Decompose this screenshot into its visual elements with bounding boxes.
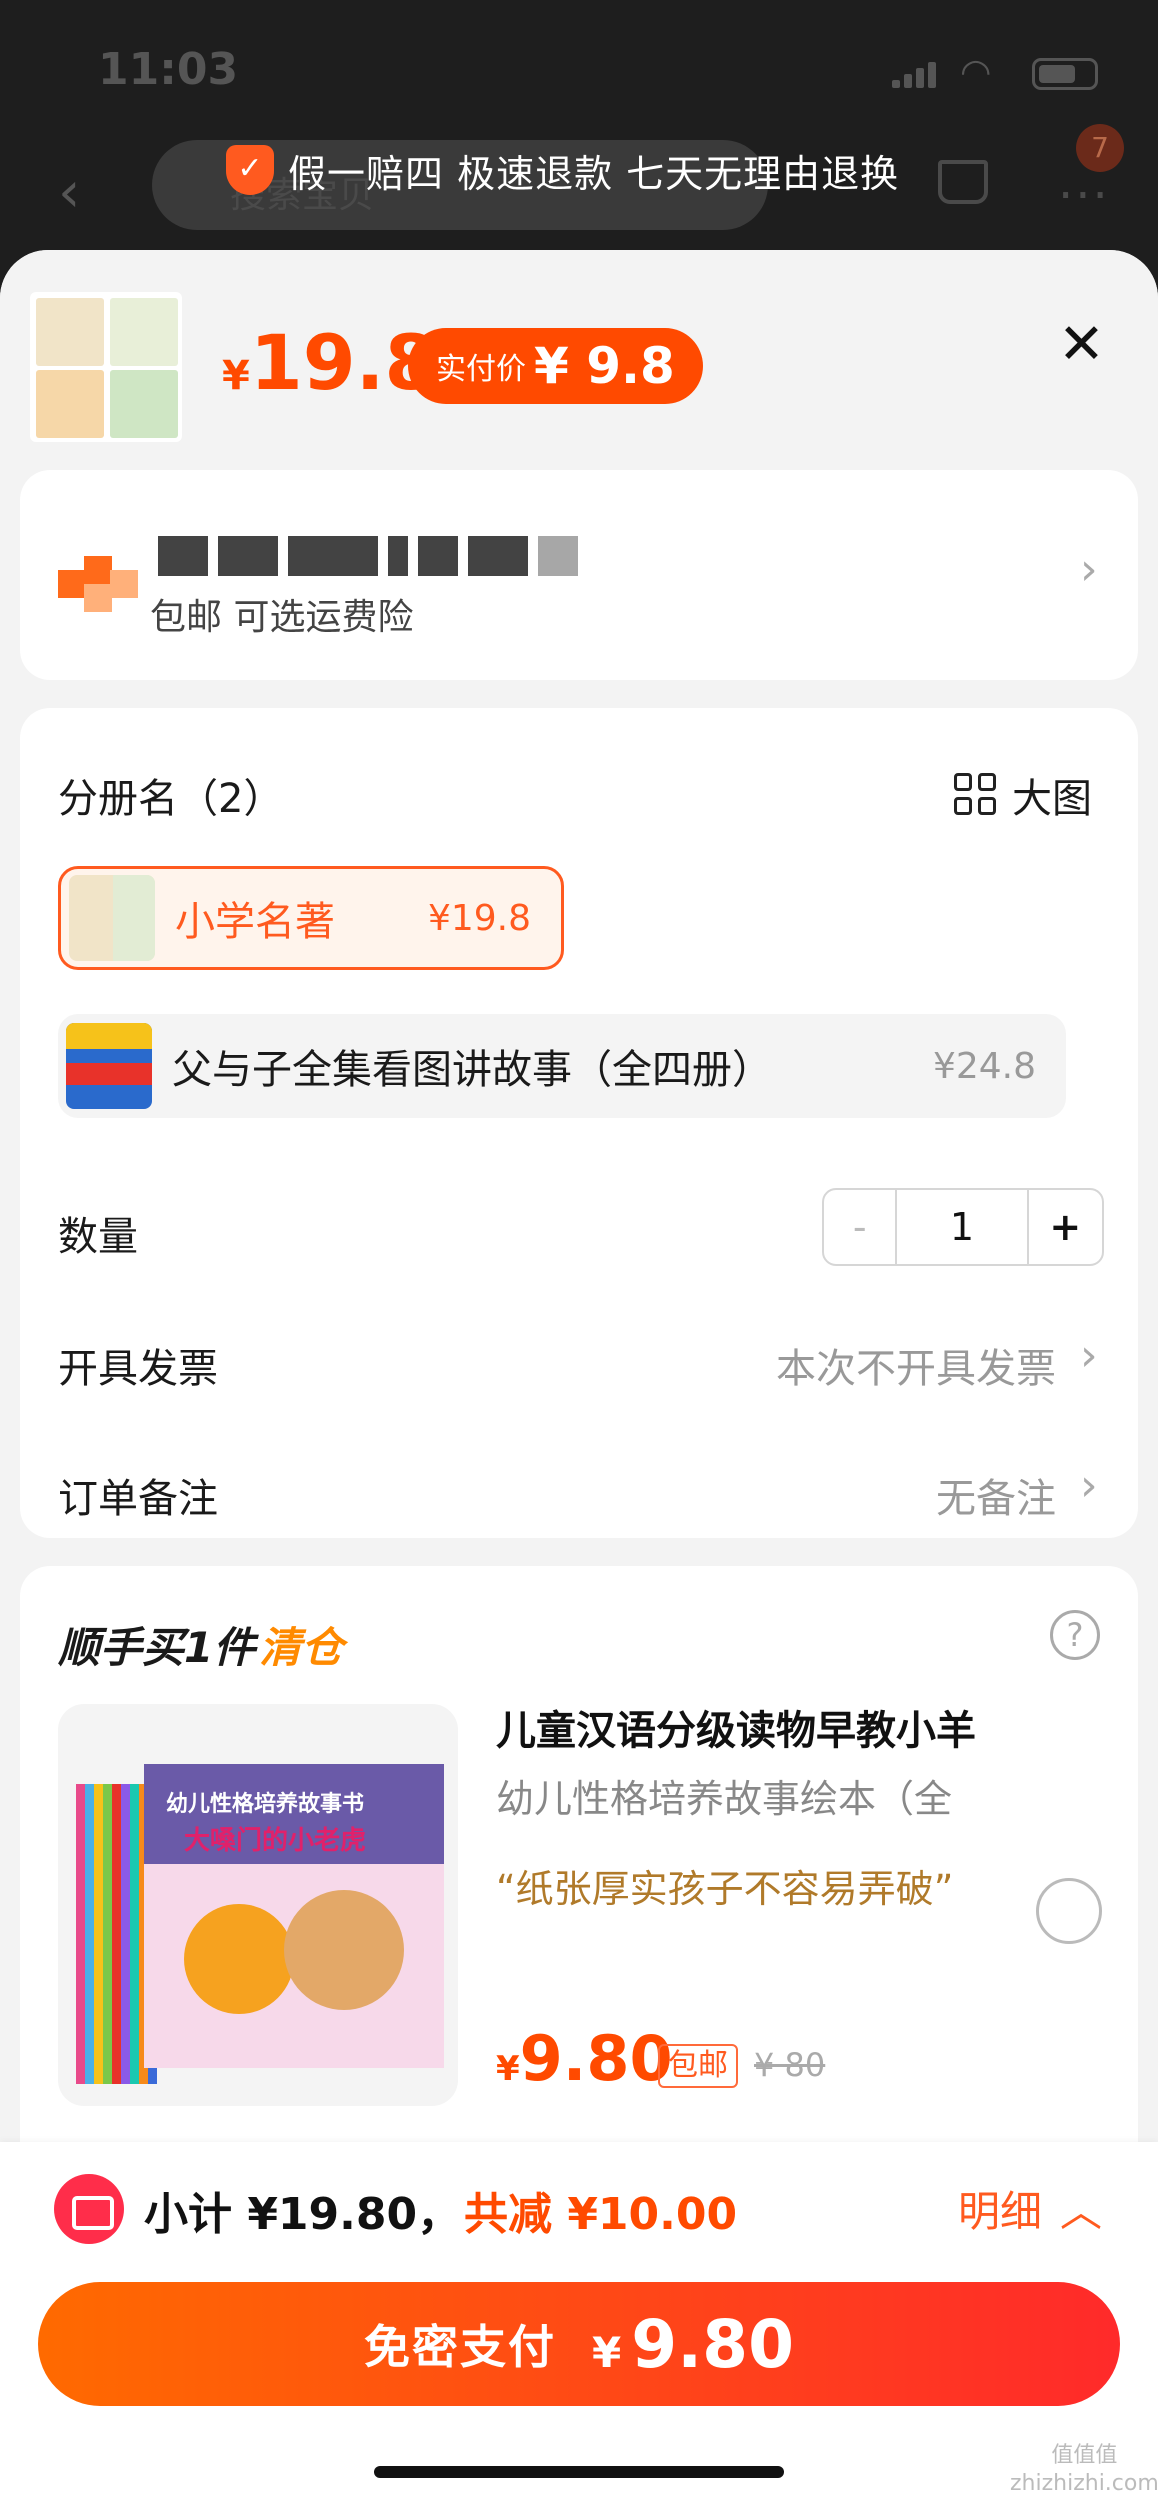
original-price: ¥ 80: [754, 2046, 826, 2084]
more-icon: ···: [1058, 168, 1110, 224]
upsell-review-quote: “纸张厚实孩子不容易弄破”: [496, 1867, 954, 1911]
cover-title: 幼儿性格培养故事书: [166, 1792, 365, 1817]
status-bar: 11:03 ◠: [0, 0, 1158, 130]
remark-value: 无备注: [936, 1476, 1056, 1522]
guarantee-text: 假一赔四 极速退款 七天无理由退换: [288, 151, 900, 196]
invoice-value: 本次不开具发票: [776, 1346, 1056, 1392]
grid-icon: [954, 773, 998, 817]
back-icon: ‹: [58, 160, 81, 225]
price-header: ¥ 19.8 实付价 ¥ 9.8 ✕: [0, 250, 1158, 450]
subtotal-text: 小计 ¥19.80，: [144, 2189, 462, 2240]
shipping-info: 包邮 可选运费险: [150, 597, 414, 638]
quantity-label: 数量: [58, 1214, 138, 1260]
product-price: ¥ 19.8: [222, 318, 438, 407]
spec-option-selected[interactable]: 小学名著 ¥19.8: [58, 866, 564, 970]
big-image-button[interactable]: 大图: [954, 766, 1092, 824]
coupon-icon: [54, 2174, 124, 2244]
cover-subtitle: 大嗓门的小老虎: [184, 1826, 367, 1856]
close-icon[interactable]: ✕: [1058, 312, 1105, 377]
chevron-right-icon: ›: [1080, 1460, 1098, 1511]
upsell-select-radio[interactable]: [1036, 1878, 1102, 1944]
chevron-up-icon: ︿: [1060, 2187, 1103, 2236]
upsell-title: 顺手买1件 清仓: [58, 1623, 344, 1672]
status-time: 11:03: [98, 44, 239, 95]
option-thumbnail: [69, 875, 155, 961]
cart-icon: [938, 160, 988, 204]
spec-option[interactable]: 父与子全集看图讲故事（全四册） ¥24.8: [58, 1014, 1066, 1118]
pay-button[interactable]: 免密支付 ¥ 9.80: [38, 2282, 1120, 2406]
watermark: 值值值 zhizhizhi.com: [1010, 2443, 1158, 2496]
upsell-product-subtitle: 幼儿性格培养故事绘本（全: [496, 1777, 953, 1821]
shield-check-icon: [226, 145, 274, 195]
option-name: 父与子全集看图讲故事（全四册）: [172, 1047, 772, 1093]
bear-illustration: [284, 1890, 404, 2010]
option-price: ¥19.8: [427, 897, 531, 939]
quantity-stepper: - 1 +: [822, 1188, 1104, 1266]
free-shipping-tag: 包邮: [658, 2044, 738, 2088]
chevron-right-icon: ›: [1080, 544, 1098, 595]
upsell-product-image[interactable]: 幼儿性格培养故事书 大嗓门的小老虎: [58, 1704, 458, 2106]
address-card[interactable]: 包邮 可选运费险 ›: [20, 470, 1138, 680]
detail-button[interactable]: 明细 ︿: [958, 2178, 1102, 2239]
address-redacted: [158, 536, 578, 576]
spec-title: 分册名（2）: [58, 776, 284, 822]
chevron-right-icon: ›: [1080, 1330, 1098, 1381]
home-indicator[interactable]: [374, 2466, 784, 2478]
cart-badge: 7: [1076, 124, 1124, 172]
option-name: 小学名著: [175, 899, 335, 945]
option-thumbnail: [66, 1023, 152, 1109]
battery-icon: [1032, 58, 1098, 90]
upsell-price: ¥ 9.80: [496, 2022, 673, 2095]
invoice-label: 开具发票: [58, 1346, 218, 1392]
option-price: ¥24.8: [932, 1045, 1036, 1087]
purchase-sheet: ¥ 19.8 实付价 ¥ 9.8 ✕ 包邮 可选运费险 › 分册名（2） 大图: [0, 250, 1158, 2505]
help-icon[interactable]: ?: [1050, 1610, 1100, 1660]
location-icon: [58, 556, 138, 612]
upsell-product-name[interactable]: 儿童汉语分级读物早教小羊: [496, 1698, 976, 1756]
quantity-value[interactable]: 1: [897, 1190, 1029, 1264]
remark-label: 订单备注: [58, 1476, 218, 1522]
guarantee-banner: 假一赔四 极速退款 七天无理由退换: [226, 140, 899, 200]
discount-text: 共减 ¥10.00: [464, 2189, 738, 2240]
wifi-icon: ◠: [960, 52, 992, 93]
checkout-bar: 小计 ¥19.80， 共减 ¥10.00 明细 ︿ 免密支付 ¥ 9.80 值值…: [0, 2142, 1158, 2505]
spec-card: 分册名（2） 大图 小学名著 ¥19.8 父与子全集看图讲故事（全四册） ¥24…: [20, 708, 1138, 1538]
quantity-minus-button[interactable]: -: [824, 1190, 898, 1264]
actual-price-badge: 实付价 ¥ 9.8: [408, 328, 703, 404]
quantity-plus-button[interactable]: +: [1029, 1190, 1102, 1264]
product-thumbnail[interactable]: [30, 292, 182, 442]
book-cover: 幼儿性格培养故事书 大嗓门的小老虎: [144, 1764, 444, 2068]
signal-icon: [892, 62, 936, 88]
tiger-illustration: [184, 1904, 294, 2014]
